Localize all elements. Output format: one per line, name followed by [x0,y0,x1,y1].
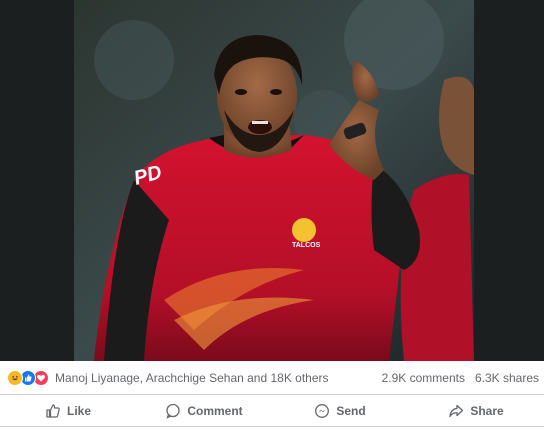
comment-label: Comment [187,403,243,418]
post-container: PD TALCOS Manoj Liyanage, Arachchige Seh… [0,0,544,436]
shares-count[interactable]: 6.3K shares [475,371,539,385]
team-logo-text: TALCOS [292,242,321,249]
engagement-counts: 2.9K comments 6.3K shares [372,371,544,385]
comment-icon [166,403,180,419]
media-letterbox-left [0,0,74,361]
messenger-icon [315,403,330,418]
reactors-text[interactable]: Manoj Liyanage, Arachchige Sehan and 18K… [55,371,329,385]
reactions-summary[interactable]: Manoj Liyanage, Arachchige Sehan and 18K… [0,369,329,386]
post-action-bar: Like Comment Send Share [0,395,544,427]
thumbs-up-icon [46,403,60,418]
post-stats-row: Manoj Liyanage, Arachchige Sehan and 18K… [0,361,544,395]
like-button[interactable]: Like [0,395,136,426]
post-media[interactable]: PD TALCOS [0,0,544,361]
share-arrow-icon [449,404,464,417]
like-label: Like [66,403,91,418]
send-label: Send [336,403,366,418]
share-label: Share [470,403,504,418]
media-letterbox-right [474,0,544,361]
post-video[interactable]: PD TALCOS [74,0,474,361]
share-button[interactable]: Share [408,395,544,426]
haha-reaction-icon [7,369,23,386]
comments-count[interactable]: 2.9K comments [382,371,465,385]
cricketer-photo: PD TALCOS [74,0,474,361]
send-button[interactable]: Send [272,395,408,426]
comment-button[interactable]: Comment [136,395,272,426]
